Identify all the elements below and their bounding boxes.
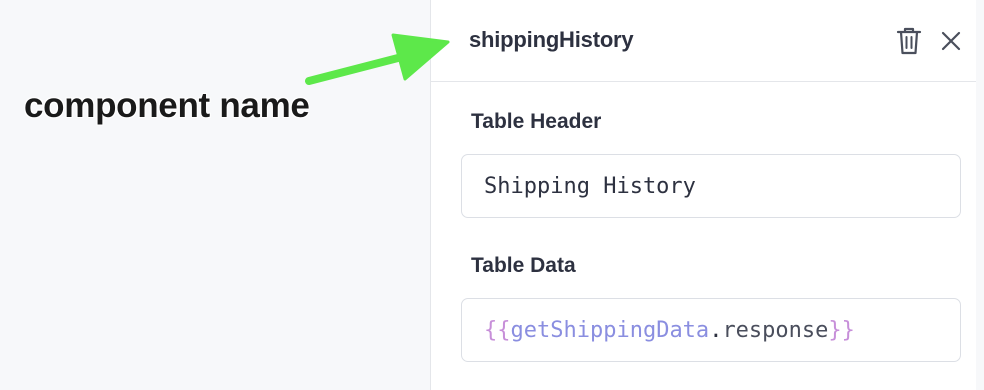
- annotation-label: component name: [24, 86, 310, 125]
- table-header-value: Shipping History: [484, 173, 696, 199]
- properties-panel: shippingHistory Table Header Shipping Hi…: [430, 0, 984, 390]
- table-header-label: Table Header: [471, 110, 602, 133]
- delete-button[interactable]: [894, 26, 924, 56]
- table-data-input[interactable]: {{getShippingData. response}}: [461, 298, 961, 362]
- data-property: response: [722, 317, 829, 343]
- table-data-label: Table Data: [471, 254, 576, 277]
- property-dot: .: [709, 317, 723, 343]
- canvas-area: [0, 0, 430, 390]
- component-name[interactable]: shippingHistory: [469, 27, 634, 53]
- close-icon: [941, 31, 961, 51]
- close-button[interactable]: [936, 26, 966, 56]
- trash-icon: [896, 27, 922, 55]
- table-header-input[interactable]: Shipping History: [461, 154, 961, 218]
- data-variable: getShippingData: [510, 317, 710, 343]
- panel-scroll-edge: [976, 0, 984, 390]
- panel-header: shippingHistory: [431, 0, 984, 82]
- open-braces: {{: [484, 317, 511, 343]
- close-braces: }}: [828, 317, 855, 343]
